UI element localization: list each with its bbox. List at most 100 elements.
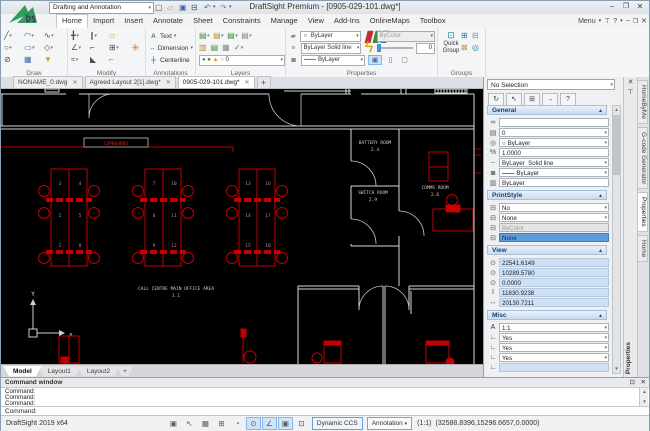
float-icon[interactable]: ⊡ xyxy=(630,378,635,388)
maximize-button[interactable]: ❐ xyxy=(619,1,633,13)
command-window-header[interactable]: Command window ⊡ ✕ xyxy=(1,378,649,388)
ortho-icon[interactable]: ⊞ xyxy=(214,417,229,430)
redo-icon[interactable]: ↷ xyxy=(220,2,227,13)
layer-preview-icon[interactable]: ▤▾ xyxy=(227,30,237,42)
print-icon[interactable]: ⊟ xyxy=(191,2,198,13)
doc-close-icon[interactable]: ✕ xyxy=(641,17,647,25)
palette-close-icon[interactable]: ✕ xyxy=(624,78,637,86)
offset-tool-icon[interactable]: ⊞▾ xyxy=(109,42,128,54)
desk-bank-3[interactable] xyxy=(227,169,288,266)
polar-icon[interactable]: ◔ xyxy=(230,417,245,430)
dimension-tool[interactable]: ↔ Dimension ▾ xyxy=(149,42,193,54)
scroll-thumb[interactable] xyxy=(613,115,620,175)
layer-tools-icon[interactable]: ▤▾ xyxy=(213,30,223,42)
tab-import[interactable]: Import xyxy=(88,14,119,28)
entity-grips-icon[interactable]: ▯ xyxy=(385,56,396,64)
text-tool[interactable]: A Text ▾ xyxy=(149,30,193,42)
linestyle-icon[interactable]: ≡ xyxy=(289,45,298,52)
layer-activate-icon[interactable]: ✓▾ xyxy=(234,42,243,54)
edit-annotation-big-icon[interactable]: ✳ xyxy=(128,30,143,66)
bottom-desks[interactable] xyxy=(59,329,454,364)
ucs-icon-on-field[interactable]: Yes xyxy=(499,333,609,342)
polygon-tool-icon[interactable]: ◇▾ xyxy=(44,42,64,54)
sheet-tab-layout2[interactable]: Layout2 xyxy=(77,366,120,377)
centerline-tool[interactable]: ┼ Centerline xyxy=(149,54,193,66)
annotation-scale-field[interactable]: 1:1 xyxy=(499,323,609,332)
tab-view[interactable]: View xyxy=(303,14,329,28)
desk-bank-1[interactable] xyxy=(39,169,100,266)
esnap-icon[interactable]: ⊙ xyxy=(246,417,261,430)
command-scrollbar[interactable]: ▲ ▼ xyxy=(639,388,648,406)
doc-tab-1[interactable]: NONAME_0.dwg✕ xyxy=(13,76,83,88)
fillet-tool-icon[interactable]: ≈▾ xyxy=(71,54,90,66)
tab-manage[interactable]: Manage xyxy=(266,14,303,28)
ucs-per-viewport-field[interactable]: Yes xyxy=(499,353,609,362)
lineweight-field[interactable]: ——ByLayer xyxy=(499,168,609,177)
hyperlink-field[interactable] xyxy=(499,118,609,127)
close-icon[interactable]: ✕ xyxy=(641,378,646,388)
scroll-down-icon[interactable]: ▼ xyxy=(641,398,648,406)
thickness-value[interactable]: 0 xyxy=(416,43,435,54)
layer-freeze-icon[interactable]: ▥ xyxy=(199,42,207,54)
printstyle-none-field[interactable]: None xyxy=(499,233,609,242)
undo-icon[interactable]: ↶ xyxy=(204,2,211,13)
side-tab-homebyme[interactable]: HomeByMe xyxy=(638,80,648,124)
ungroup-icon[interactable]: ⊟ xyxy=(472,30,483,42)
scroll-down-icon[interactable]: ▼ xyxy=(613,365,620,373)
cupboards[interactable]: CUPBOARDS xyxy=(1,138,233,152)
layer-dropdown[interactable]: ● ● ▲ ○ 0 xyxy=(199,55,285,66)
tab-addins[interactable]: Add-Ins xyxy=(329,14,365,28)
help-icon[interactable]: ? xyxy=(613,18,617,25)
dynamic-ccs-button[interactable]: Dynamic CCS xyxy=(312,417,363,430)
group-edit-icon[interactable]: ⊞ xyxy=(461,30,472,42)
printstyle-field[interactable]: No xyxy=(499,203,609,212)
layer-states-icon[interactable]: ▤▾ xyxy=(241,30,251,42)
group-manager-icon[interactable]: ◎ xyxy=(472,42,483,54)
explode-tool-icon[interactable]: ⌐ xyxy=(109,54,128,66)
layer-isolate-icon[interactable]: ▤ xyxy=(211,42,219,54)
printstyle-table-field[interactable]: None xyxy=(499,213,609,222)
close-icon[interactable]: ✕ xyxy=(166,80,171,86)
walls[interactable] xyxy=(1,89,474,364)
linestyle-field[interactable]: ByLayer Solid line xyxy=(499,158,609,167)
new-file-icon[interactable]: ▢ xyxy=(155,2,163,13)
print-area-icon[interactable]: ⊡ xyxy=(294,417,309,430)
desk-bank-2[interactable] xyxy=(133,169,194,266)
tab-annotate[interactable]: Annotate xyxy=(148,14,188,28)
layer-lock-icon[interactable]: ▦ xyxy=(222,42,230,54)
transparency-field[interactable]: ByLayer xyxy=(499,178,609,187)
chamfer-tool-icon[interactable]: ◣ xyxy=(90,54,109,66)
hatch-tool-icon[interactable]: ▦ xyxy=(24,54,44,66)
side-tab-home[interactable]: Home xyxy=(638,235,648,262)
new-sheet-button[interactable]: + xyxy=(116,366,134,377)
minimize-button[interactable]: − xyxy=(605,1,619,13)
thickness-slider[interactable] xyxy=(377,47,413,49)
move-tool-icon[interactable]: ╋▾ xyxy=(71,30,90,42)
line-tool-icon[interactable]: ╱▾ xyxy=(4,30,24,42)
trim-tool-icon[interactable]: ∠▾ xyxy=(71,42,90,54)
lineweight-dropdown[interactable]: ——ByLayer xyxy=(301,55,365,66)
lineweight-icon[interactable]: ≣ xyxy=(289,56,298,64)
pointer-icon[interactable]: ↖ xyxy=(182,417,197,430)
point-tool-icon[interactable]: ▼ xyxy=(44,54,64,66)
group-add-icon[interactable]: ⊠ xyxy=(461,42,472,54)
new-doc-tab-button[interactable]: + xyxy=(257,76,271,88)
doc-restore-icon[interactable]: ❐ xyxy=(633,18,638,25)
copy-tool-icon[interactable]: ▱ xyxy=(109,30,128,42)
collapse-icon[interactable]: ▲ xyxy=(598,311,603,321)
line-color-dropdown[interactable]: ○ ByLayer xyxy=(300,31,360,42)
pattern-tool-icon[interactable]: ∥▾ xyxy=(90,30,109,42)
undo-caret-icon[interactable]: ▾ xyxy=(213,2,216,13)
pin-icon[interactable]: ⊤ xyxy=(604,17,610,25)
section-printstyle[interactable]: PrintStyle▲ xyxy=(487,190,607,200)
etrack-icon[interactable]: ∠ xyxy=(262,417,277,430)
doc-minimize-icon[interactable]: − xyxy=(626,18,630,25)
tab-home[interactable]: Home xyxy=(56,14,88,28)
palette-scrollbar[interactable]: ▲ ▼ xyxy=(612,105,621,374)
layers-manager-icon[interactable]: ▤▾ xyxy=(199,30,209,42)
circle-tool-icon[interactable]: ○▾ xyxy=(4,42,24,54)
redo-caret-icon[interactable]: ▾ xyxy=(229,2,232,13)
lineweight-toggle-icon[interactable]: ▣ xyxy=(278,417,293,430)
layer-field[interactable]: 0 xyxy=(499,128,609,137)
ellipse-tool-icon[interactable]: ⊘ xyxy=(4,54,24,66)
